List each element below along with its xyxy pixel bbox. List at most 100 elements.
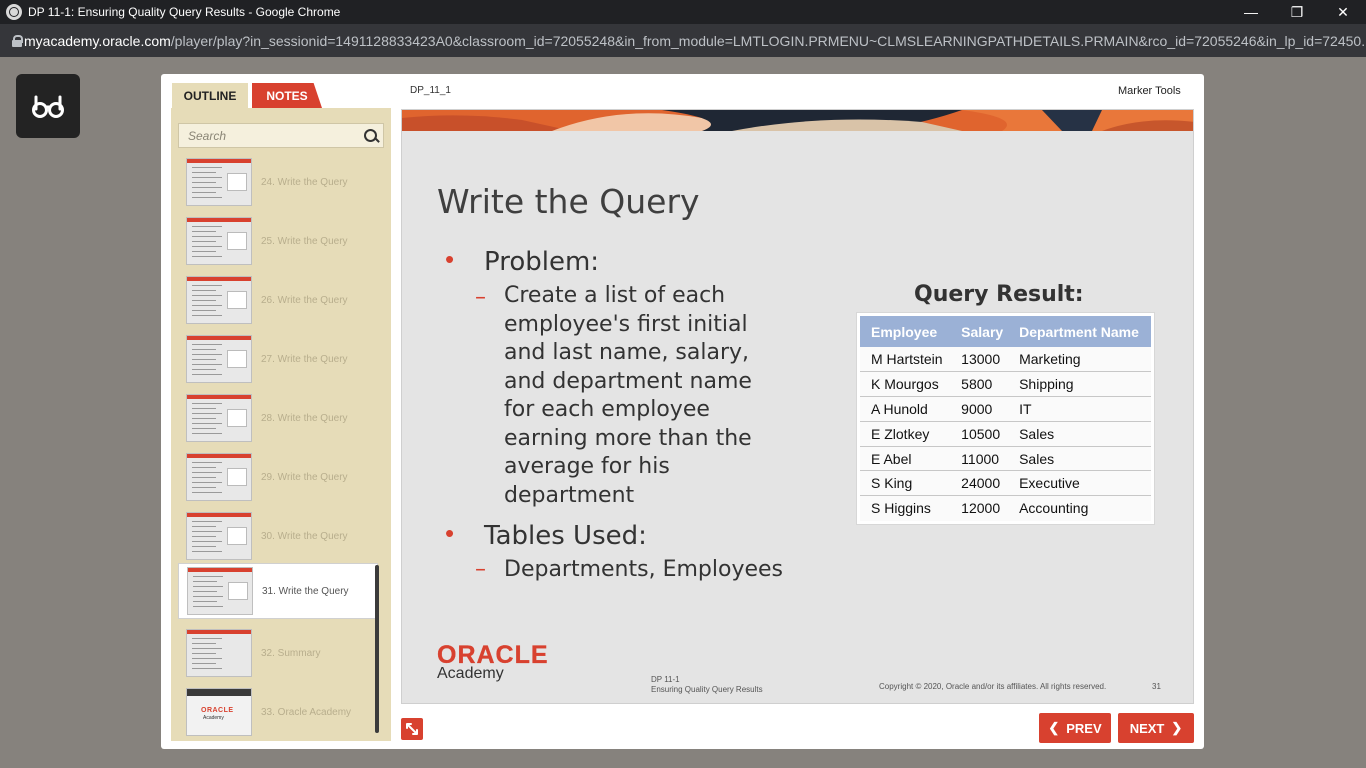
outline-item-label: 26. Write the Query bbox=[261, 294, 348, 306]
table-cell: 9000 bbox=[950, 396, 1009, 422]
slide-thumbnail bbox=[186, 453, 252, 501]
column-header: Employee bbox=[860, 316, 951, 347]
tab-notes[interactable]: NOTES bbox=[252, 83, 322, 108]
marker-tools-button[interactable]: Marker Tools bbox=[1118, 85, 1181, 97]
outline-item-label: 30. Write the Query bbox=[261, 530, 348, 542]
url-path: /player/play?in_sessionid=1491128833423A… bbox=[170, 32, 1366, 49]
url-host: myacademy.oracle.com bbox=[24, 32, 171, 49]
table-cell: S Higgins bbox=[860, 495, 951, 521]
slide-id: DP_11_1 bbox=[410, 85, 451, 96]
problem-line: earning more than the bbox=[504, 425, 752, 451]
table-cell: S King bbox=[860, 470, 951, 497]
problem-line: Create a list of each bbox=[504, 283, 726, 308]
table-cell: E Zlotkey bbox=[860, 421, 951, 447]
column-header: Department Name bbox=[1008, 316, 1151, 347]
address-bar[interactable]: myacademy.oracle.com/player/play?in_sess… bbox=[0, 24, 1366, 57]
table-cell: 12000 bbox=[950, 495, 1009, 521]
outline-item[interactable]: 27. Write the Query bbox=[178, 331, 378, 387]
prev-button[interactable]: ❮ PREV bbox=[1039, 713, 1111, 743]
tab-outline[interactable]: OUTLINE bbox=[172, 83, 248, 108]
table-cell: Sales bbox=[1008, 421, 1151, 447]
outline-item[interactable]: 25. Write the Query bbox=[178, 213, 378, 269]
chevron-right-icon: ❯ bbox=[1171, 720, 1183, 735]
search-field[interactable]: Search bbox=[178, 123, 384, 148]
slide-thumbnail bbox=[186, 158, 252, 206]
next-button[interactable]: NEXT ❯ bbox=[1118, 713, 1194, 743]
glasses-icon bbox=[32, 95, 64, 118]
table-row: A Hunold 9000 IT bbox=[860, 396, 1151, 422]
problem-line: and department name bbox=[504, 368, 752, 394]
slide-thumbnail bbox=[186, 217, 252, 265]
expand-icon bbox=[406, 723, 418, 735]
outline-item-label: 33. Oracle Academy bbox=[261, 706, 352, 718]
outline-list: 24. Write the Query 25. Write the Query 26… bbox=[178, 154, 378, 737]
query-result-title: Query Result: bbox=[914, 282, 1084, 307]
outline-item[interactable]: 26. Write the Query bbox=[178, 272, 378, 328]
slide: Write the Query • Problem: – Create a li… bbox=[401, 109, 1194, 704]
prev-label: PREV bbox=[1066, 720, 1102, 736]
table-cell: Marketing bbox=[1008, 347, 1151, 373]
fullscreen-button[interactable] bbox=[401, 718, 423, 740]
table-cell: M Hartstein bbox=[860, 347, 951, 373]
outline-item[interactable]: 24. Write the Query bbox=[178, 154, 378, 210]
outline-scrollbar[interactable] bbox=[375, 565, 379, 733]
table-row: S Higgins 12000 Accounting bbox=[860, 495, 1151, 521]
footer-course-code: DP 11-1 bbox=[651, 675, 680, 684]
table-cell: E Abel bbox=[860, 446, 951, 472]
problem-line: and last name, salary, bbox=[504, 340, 750, 365]
slide-footer-course: DP 11-1 Ensuring Quality Query Results bbox=[651, 675, 763, 695]
restore-button[interactable]: ❐ bbox=[1274, 0, 1320, 24]
table-row: E Zlotkey 10500 Sales bbox=[860, 421, 1151, 447]
tables-text: Departments, Employees bbox=[504, 557, 783, 582]
search-icon[interactable] bbox=[361, 125, 383, 147]
window-title: DP 11-1: Ensuring Quality Query Results … bbox=[28, 5, 341, 19]
outline-item-label: 31. Write the Query bbox=[262, 585, 349, 597]
minimize-button[interactable]: — bbox=[1228, 0, 1274, 24]
copyright-text: Copyright © 2020, Oracle and/or its affi… bbox=[879, 682, 1107, 691]
slide-thumbnail: ORACLE Academy bbox=[186, 688, 252, 736]
table-cell: Accounting bbox=[1008, 495, 1151, 521]
outline-item-label: 29. Write the Query bbox=[261, 471, 348, 483]
problem-line: average for his bbox=[504, 454, 670, 479]
window-titlebar: DP 11-1: Ensuring Quality Query Results … bbox=[0, 0, 1366, 24]
query-result-table: Employee Salary Department Name M Hartstei… bbox=[856, 312, 1155, 525]
outline-item-label: 24. Write the Query bbox=[261, 176, 348, 188]
table-cell: Executive bbox=[1008, 470, 1151, 497]
next-label: NEXT bbox=[1129, 720, 1165, 736]
table-row: S King 24000 Executive bbox=[860, 470, 1151, 497]
table-cell: 5800 bbox=[950, 371, 1009, 398]
tables-heading: Tables Used: bbox=[484, 521, 647, 551]
table-cell: 24000 bbox=[950, 470, 1009, 497]
table-header-row: Employee Salary Department Name bbox=[860, 316, 1151, 347]
slide-thumbnail bbox=[187, 567, 253, 615]
chevron-left-icon: ❮ bbox=[1048, 720, 1060, 735]
slide-thumbnail bbox=[186, 335, 252, 383]
table-cell: A Hunold bbox=[860, 396, 951, 422]
problem-heading: Problem: bbox=[484, 247, 600, 277]
problem-line: employee's first initial bbox=[504, 311, 748, 337]
problem-text: Create a list of each employee's first in… bbox=[504, 282, 752, 510]
outline-item-label: 25. Write the Query bbox=[261, 235, 348, 247]
outline-item[interactable]: 29. Write the Query bbox=[178, 449, 378, 505]
close-window-button[interactable]: ✕ bbox=[1320, 0, 1366, 24]
table-cell: IT bbox=[1008, 396, 1151, 422]
table-row: E Abel 11000 Sales bbox=[860, 446, 1151, 472]
outline-item[interactable]: ORACLE Academy 33. Oracle Academy bbox=[178, 684, 378, 737]
outline-item[interactable]: 31. Write the Query bbox=[178, 563, 378, 619]
slide-thumbnail bbox=[186, 629, 252, 677]
slide-title: Write the Query bbox=[437, 182, 700, 221]
footer-course-title: Ensuring Quality Query Results bbox=[651, 685, 763, 694]
dash-marker: – bbox=[475, 557, 486, 582]
search-input[interactable]: Search bbox=[179, 129, 361, 143]
outline-item[interactable]: 32. Summary bbox=[178, 625, 378, 681]
outline-item[interactable]: 30. Write the Query bbox=[178, 508, 378, 564]
slide-thumbnail bbox=[186, 512, 252, 560]
academy-logo-text: Academy bbox=[437, 665, 504, 682]
reader-mode-button[interactable] bbox=[16, 74, 80, 138]
table-cell: Shipping bbox=[1008, 371, 1151, 398]
outline-item[interactable]: 28. Write the Query bbox=[178, 390, 378, 446]
table-row: K Mourgos 5800 Shipping bbox=[860, 371, 1151, 398]
slide-banner bbox=[402, 110, 1193, 131]
problem-line: for each employee bbox=[504, 397, 710, 422]
globe-icon bbox=[6, 4, 22, 20]
